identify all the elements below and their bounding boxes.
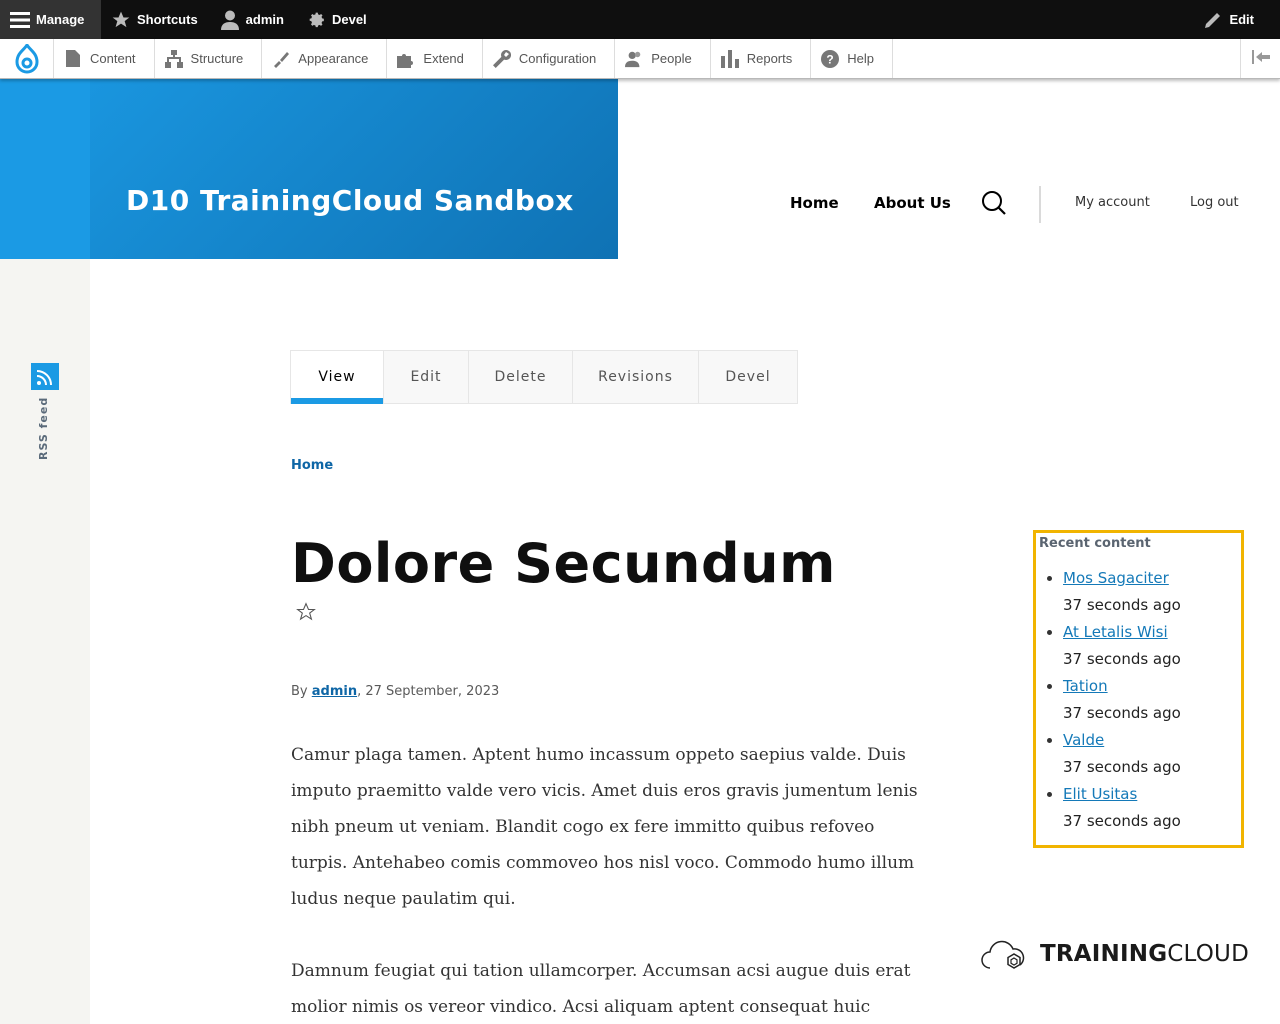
site-name-link[interactable]: D10 TrainingCloud Sandbox — [126, 184, 574, 217]
my-account-link[interactable]: My account — [1075, 195, 1150, 210]
people-icon — [625, 50, 643, 68]
tab-delete[interactable]: Delete — [469, 351, 573, 403]
rss-feed-label[interactable]: RSS feed — [37, 397, 50, 460]
nav-about-us-link[interactable]: About Us — [874, 194, 951, 212]
site-branding — [0, 79, 618, 259]
shortcuts-label: Shortcuts — [137, 12, 198, 27]
recent-item-time: 37 seconds ago — [1063, 650, 1181, 668]
collapse-tray-button[interactable] — [1240, 39, 1280, 78]
byline-by: By — [291, 684, 308, 699]
recent-item-link[interactable]: At Letalis Wisi — [1063, 623, 1168, 641]
svg-text:?: ? — [827, 52, 834, 66]
tray-item-content[interactable]: Content — [54, 39, 155, 78]
brush-icon — [272, 50, 290, 68]
recent-content-block: Recent content Mos Sagaciter 37 seconds a… — [1033, 530, 1244, 848]
help-icon: ? — [821, 49, 840, 68]
author-link[interactable]: admin — [312, 684, 357, 699]
tray-item-label: Extend — [423, 51, 464, 66]
tray-item-label: Structure — [190, 51, 244, 66]
log-out-link[interactable]: Log out — [1190, 195, 1239, 210]
list-item: At Letalis Wisi 37 seconds ago — [1063, 619, 1241, 673]
cloud-icon — [981, 940, 1025, 969]
rss-feed-button[interactable] — [31, 363, 59, 390]
search-icon — [982, 191, 1006, 215]
tray-item-label: Configuration — [518, 51, 597, 66]
local-tasks-tabs: View Edit Delete Revisions Devel — [290, 350, 798, 404]
tray-item-label: Appearance — [298, 51, 369, 66]
tray-item-help[interactable]: ? Help — [811, 39, 893, 78]
collapse-arrow-icon — [1251, 50, 1270, 67]
recent-item-time: 37 seconds ago — [1063, 704, 1181, 722]
recent-item-link[interactable]: Valde — [1063, 731, 1104, 749]
tray-item-people[interactable]: People — [615, 39, 711, 78]
tray-item-label: People — [651, 51, 692, 66]
recent-item-time: 37 seconds ago — [1063, 812, 1181, 830]
edit-button[interactable]: Edit — [1193, 0, 1266, 39]
trainingcloud-wordmark: TRAININGCLOUD — [1040, 941, 1249, 967]
hamburger-icon — [10, 10, 30, 30]
recent-content-list: Mos Sagaciter 37 seconds ago At Letalis W… — [1039, 565, 1241, 835]
wordmark-bold: TRAINING — [1040, 941, 1168, 967]
shortcuts-button[interactable]: Shortcuts — [101, 0, 210, 39]
nav-home-link[interactable]: Home — [790, 194, 839, 212]
article-paragraph: Camur plaga tamen. Aptent humo incassum … — [291, 745, 918, 909]
tray-item-label: Reports — [746, 51, 793, 66]
pencil-icon — [1203, 10, 1223, 30]
recent-content-title: Recent content — [1039, 536, 1151, 551]
tab-devel[interactable]: Devel — [699, 351, 797, 403]
edit-label: Edit — [1229, 12, 1254, 27]
user-label: admin — [245, 12, 284, 27]
breadcrumb-home-link[interactable]: Home — [291, 458, 333, 473]
rss-icon — [36, 369, 52, 385]
admin-tray: Content Structure Appearance Extend Conf… — [0, 39, 1280, 79]
article-date: , 27 September, 2023 — [357, 684, 500, 699]
list-item: Tation 37 seconds ago — [1063, 673, 1241, 727]
recent-item-link[interactable]: Mos Sagaciter — [1063, 569, 1169, 587]
tray-item-configuration[interactable]: Configuration — [483, 39, 616, 78]
tray-item-reports[interactable]: Reports — [711, 39, 812, 78]
devel-label: Devel — [331, 12, 367, 27]
tab-edit[interactable]: Edit — [384, 351, 469, 403]
list-item: Mos Sagaciter 37 seconds ago — [1063, 565, 1241, 619]
manage-label: Manage — [36, 12, 85, 27]
tray-item-extend[interactable]: Extend — [387, 39, 483, 78]
user-button[interactable]: admin — [210, 0, 296, 39]
nav-divider — [1039, 186, 1041, 223]
search-button[interactable] — [981, 190, 1007, 216]
wordmark-light: CLOUD — [1167, 941, 1249, 967]
puzzle-icon — [397, 50, 415, 68]
tray-item-structure[interactable]: Structure — [155, 39, 263, 78]
tray-item-label: Content — [90, 51, 136, 66]
list-item: Elit Usitas 37 seconds ago — [1063, 781, 1241, 835]
tab-view[interactable]: View — [291, 351, 384, 404]
tab-revisions[interactable]: Revisions — [573, 351, 699, 403]
manage-button[interactable]: Manage — [0, 0, 101, 39]
recent-item-time: 37 seconds ago — [1063, 758, 1181, 776]
structure-icon — [164, 49, 183, 68]
drupal-logo-icon[interactable] — [0, 39, 54, 78]
recent-item-time: 37 seconds ago — [1063, 596, 1181, 614]
brand-strip — [0, 79, 90, 259]
recent-item-link[interactable]: Elit Usitas — [1063, 785, 1137, 803]
gear-icon — [306, 10, 326, 30]
document-icon — [64, 50, 82, 68]
star-icon — [111, 10, 131, 30]
devel-button[interactable]: Devel — [296, 0, 379, 39]
article-byline: By admin, 27 September, 2023 — [291, 684, 499, 699]
trainingcloud-logo[interactable]: TRAININGCLOUD — [980, 934, 1249, 974]
tray-item-label: Help — [847, 51, 874, 66]
wrench-icon — [492, 49, 511, 68]
bar-chart-icon — [720, 49, 739, 68]
bookmark-star-icon[interactable] — [296, 602, 316, 622]
list-item: Valde 37 seconds ago — [1063, 727, 1241, 781]
page-title: Dolore Secundum — [291, 532, 836, 595]
recent-item-link[interactable]: Tation — [1063, 677, 1108, 695]
article-paragraph: Damnum feugiat qui tation ullamcorper. A… — [291, 961, 911, 1017]
user-icon — [220, 10, 240, 30]
admin-toolbar: Manage Shortcuts admin Devel Edit — [0, 0, 1280, 39]
tray-item-appearance[interactable]: Appearance — [262, 39, 388, 78]
